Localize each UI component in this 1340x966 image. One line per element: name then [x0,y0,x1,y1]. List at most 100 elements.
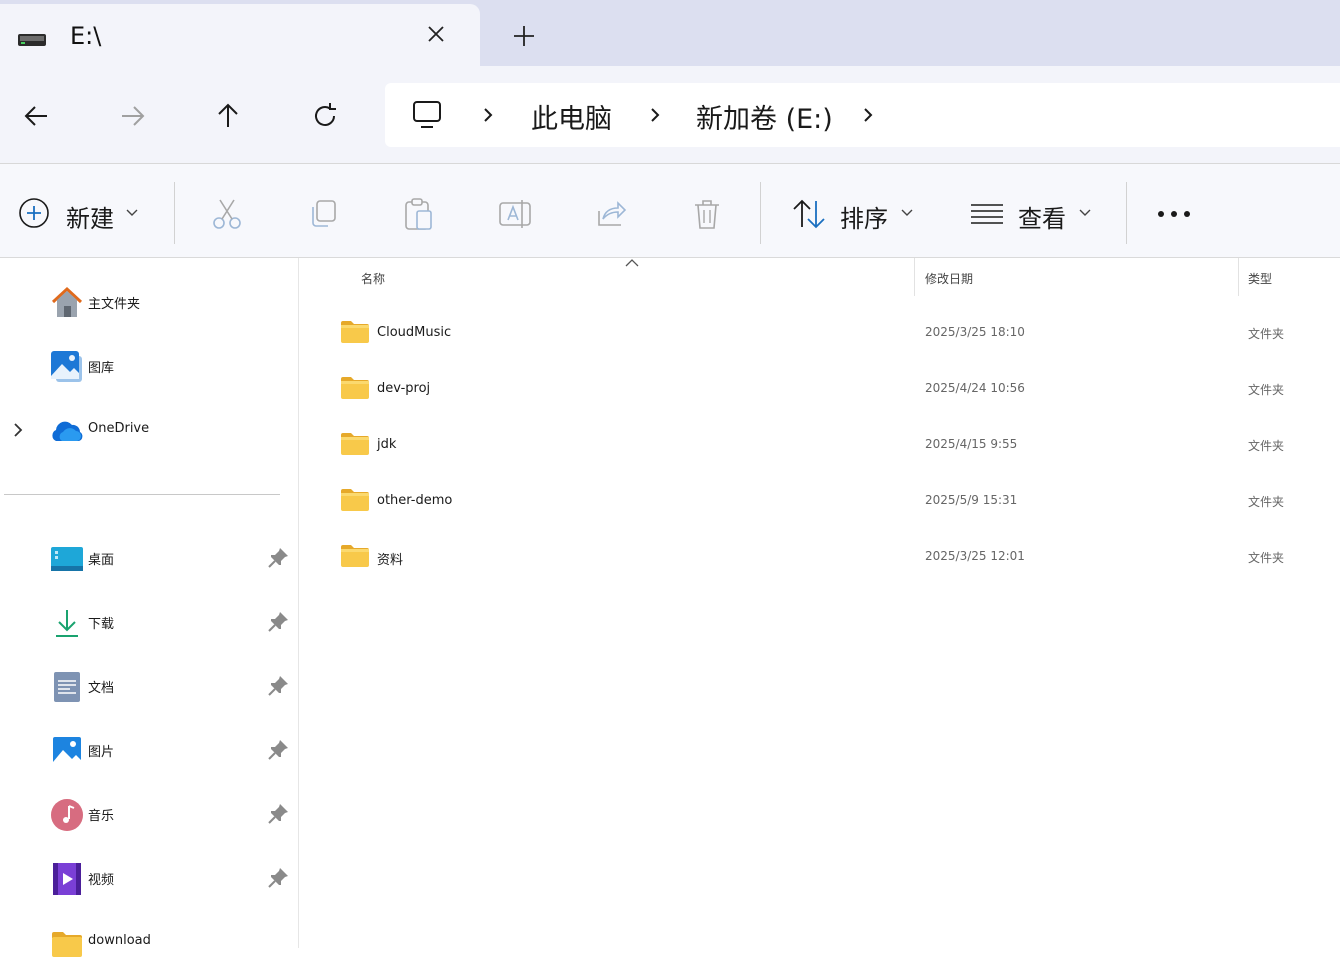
view-button-label: 查看 [1018,205,1066,233]
file-date: 2025/3/25 18:10 [925,325,1025,339]
pin-icon[interactable] [266,866,290,890]
music-icon [51,799,83,831]
arrow-left-icon[interactable] [17,96,57,136]
table-row[interactable]: jdk 2025/4/15 9:55 文件夹 [300,426,1340,466]
toolbar-separator [760,182,761,244]
file-name: 资料 [377,553,404,568]
rename-icon[interactable] [498,197,532,231]
sort-ascending-icon [625,259,639,267]
table-row[interactable]: dev-proj 2025/4/24 10:56 文件夹 [300,370,1340,410]
breadcrumb-drive-e[interactable]: 新加卷 (E:) [696,97,833,136]
column-header-type[interactable]: 类型 [1248,270,1272,287]
sidebar-item-desktop[interactable]: 桌面 [0,534,299,582]
view-button[interactable]: 查看 [970,197,1100,233]
chevron-down-icon [126,209,138,216]
file-date: 2025/4/15 9:55 [925,437,1018,451]
file-date: 2025/4/24 10:56 [925,381,1025,395]
sidebar-item-label: 文档 [88,681,115,696]
videos-icon [53,863,81,895]
refresh-icon[interactable] [305,96,345,136]
monitor-icon[interactable] [411,99,443,131]
sidebar-item-label: download [88,933,151,948]
column-header-date[interactable]: 修改日期 [925,270,973,287]
sidebar-item-music[interactable]: 音乐 [0,790,299,838]
breadcrumb-this-pc[interactable]: 此电脑 [531,97,612,136]
chevron-down-icon [1079,209,1091,216]
chevron-right-icon[interactable] [858,105,878,125]
desktop-icon [51,547,83,571]
download-icon [56,610,78,637]
sort-button[interactable]: 排序 [790,197,920,233]
gallery-icon [51,351,82,382]
arrow-right-icon[interactable] [113,96,153,136]
sidebar-item-label: 图库 [88,361,115,376]
sidebar-item-documents[interactable]: 文档 [0,662,299,710]
pin-icon[interactable] [266,610,290,634]
sidebar-item-label: 下载 [88,617,115,632]
file-name: CloudMusic [377,325,452,340]
table-row[interactable]: CloudMusic 2025/3/25 18:10 文件夹 [300,314,1340,354]
sidebar-item-label: 视频 [88,873,115,888]
sidebar-item-downloads[interactable]: 下载 [0,598,299,646]
pin-icon[interactable] [266,738,290,762]
column-divider[interactable] [914,258,915,296]
navigation-pane: 主文件夹 图库 OneDrive 桌面 下载 文档 图片 音乐 视频 downl… [0,258,299,957]
file-date: 2025/3/25 12:01 [925,549,1025,563]
paste-icon[interactable] [402,197,436,231]
address-bar[interactable]: 此电脑 新加卷 (E:) [385,83,1340,147]
folder-icon [341,489,369,511]
tab-title: E:\ [70,22,102,50]
pin-icon[interactable] [266,802,290,826]
pin-icon[interactable] [266,546,290,570]
tab-drive-e[interactable]: E:\ [0,4,480,68]
sidebar-item-label: OneDrive [88,421,150,436]
toolbar-separator [1126,182,1127,244]
file-type: 文件夹 [1248,495,1285,509]
share-icon[interactable] [594,197,628,231]
copy-icon[interactable] [306,197,340,231]
new-button-label: 新建 [66,205,114,233]
file-name: jdk [377,437,397,452]
file-name: dev-proj [377,381,431,396]
file-date: 2025/5/9 15:31 [925,493,1018,507]
plus-icon[interactable] [506,18,542,54]
chevron-down-icon [901,209,913,216]
more-options-icon[interactable] [1154,204,1194,224]
chevron-right-icon[interactable] [645,105,665,125]
delete-icon[interactable] [690,197,724,231]
file-name: other-demo [377,493,453,508]
command-bar: 新建 排序 查看 [0,164,1340,258]
close-icon[interactable] [420,18,452,50]
sidebar-item-download-folder[interactable]: download [0,918,299,966]
file-list: 名称 修改日期 类型 CloudMusic 2025/3/25 18:10 文件夹 d… [300,258,1340,948]
chevron-right-icon[interactable] [10,422,26,438]
table-row[interactable]: other-demo 2025/5/9 15:31 文件夹 [300,482,1340,522]
sidebar-item-label: 图片 [88,745,115,760]
table-row[interactable]: 资料 2025/3/25 12:01 文件夹 [300,538,1340,578]
folder-icon [341,321,369,343]
arrow-up-icon[interactable] [208,96,248,136]
navigation-bar: 此电脑 新加卷 (E:) [0,66,1340,164]
sidebar-item-label: 主文件夹 [88,297,141,312]
documents-icon [54,672,80,702]
cut-icon[interactable] [210,197,244,231]
sort-icon [793,199,825,229]
sidebar-item-videos[interactable]: 视频 [0,854,299,902]
chevron-right-icon[interactable] [478,105,498,125]
sidebar-divider [4,494,280,495]
sidebar-item-home[interactable]: 主文件夹 [0,278,299,326]
file-type: 文件夹 [1248,383,1285,397]
toolbar-separator [174,182,175,244]
folder-icon [341,433,369,455]
folder-icon [341,545,369,567]
column-divider[interactable] [1238,258,1239,296]
folder-icon [52,932,82,957]
pin-icon[interactable] [266,674,290,698]
tab-strip: E:\ [0,0,1340,68]
sidebar-item-gallery[interactable]: 图库 [0,342,299,390]
sidebar-item-onedrive[interactable]: OneDrive [0,406,299,454]
sidebar-item-pictures[interactable]: 图片 [0,726,299,774]
file-type: 文件夹 [1248,551,1285,565]
column-header-name[interactable]: 名称 [361,270,385,287]
folder-icon [341,377,369,399]
